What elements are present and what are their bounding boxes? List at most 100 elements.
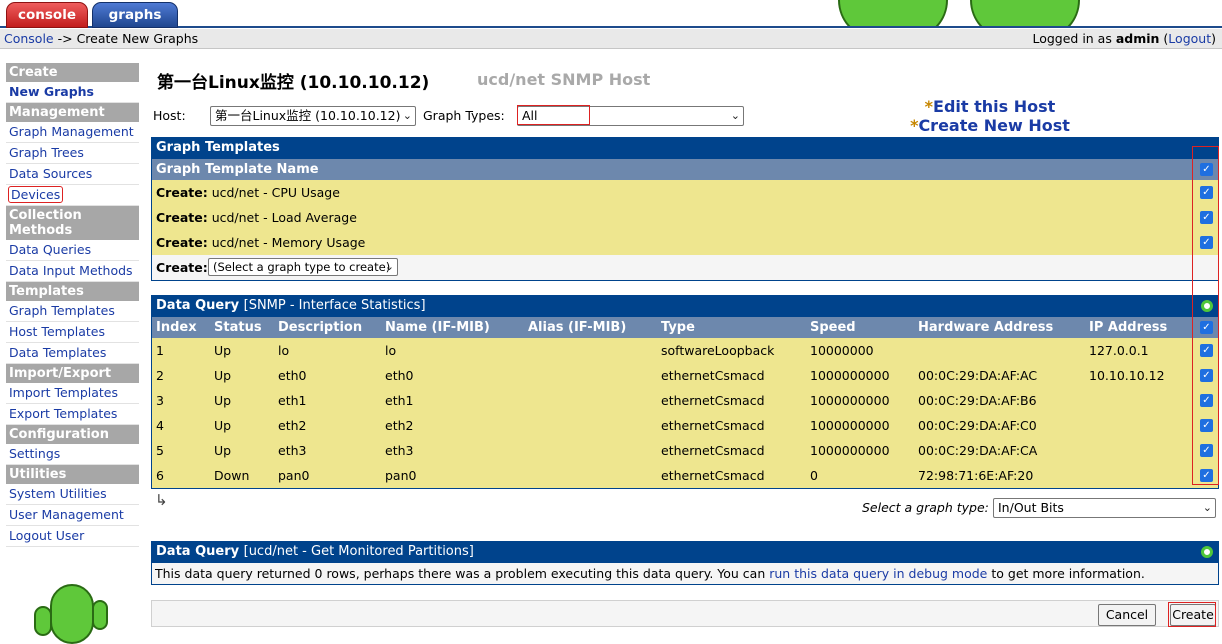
query-message: This data query returned 0 rows, perhaps…: [152, 563, 1218, 584]
column-speed: Speed: [810, 320, 856, 335]
cell-hardware-address: 72:98:71:6E:AF:20: [918, 468, 1034, 483]
cell-index: 1: [156, 343, 164, 358]
cell-hardware-address: 00:0C:29:DA:AF:B6: [918, 393, 1037, 408]
interface-checkbox[interactable]: ✓: [1200, 444, 1213, 457]
create-host-link[interactable]: Create New Host: [918, 116, 1070, 135]
radio-icon[interactable]: [1201, 300, 1213, 312]
interface-checkbox[interactable]: ✓: [1200, 469, 1213, 482]
interface-checkbox[interactable]: ✓: [1200, 419, 1213, 432]
cell-hardware-address: 00:0C:29:DA:AF:C0: [918, 418, 1037, 433]
sidebar-item-graph-trees[interactable]: Graph Trees: [6, 143, 139, 164]
sidebar-header-collection-methods: Collection Methods: [6, 206, 139, 240]
column-type: Type: [661, 320, 695, 335]
cell-speed: 1000000000: [810, 443, 890, 458]
column-hardware-address: Hardware Address: [918, 320, 1054, 335]
sidebar-header-import-export: Import/Export: [6, 364, 139, 383]
sidebar-item-data-sources[interactable]: Data Sources: [6, 164, 139, 185]
column-ip-address: IP Address: [1089, 320, 1168, 335]
edit-host-link[interactable]: Edit this Host: [933, 97, 1055, 116]
template-row: Create: ucd/net - Memory Usage ✓: [152, 230, 1218, 255]
graph-templates-header: Graph Templates: [152, 138, 1218, 159]
cell-description: eth3: [278, 443, 307, 458]
debug-mode-link[interactable]: run this data query in debug mode: [769, 566, 987, 581]
sidebar-item-graph-management[interactable]: Graph Management: [6, 122, 139, 143]
graph-type-select-value: (Select a graph type to create): [213, 260, 391, 274]
cell-description: eth1: [278, 393, 307, 408]
sidebar-header-management: Management: [6, 103, 139, 122]
tab-console[interactable]: console: [6, 2, 88, 28]
create-label: Create:: [156, 185, 208, 200]
breadcrumb-arrow: ->: [57, 31, 73, 46]
sidebar-header-configuration: Configuration: [6, 425, 139, 444]
template-checkbox[interactable]: ✓: [1200, 186, 1213, 199]
sidebar-item-logout-user[interactable]: Logout User: [6, 526, 139, 547]
sidebar-item-graph-templates[interactable]: Graph Templates: [6, 301, 139, 322]
cell-name: eth2: [385, 418, 414, 433]
template-name: ucd/net - Load Average: [211, 210, 357, 225]
radio-icon[interactable]: [1201, 546, 1213, 558]
sidebar-item-new-graphs[interactable]: New Graphs: [6, 82, 139, 103]
chevron-down-icon: ⌄: [730, 109, 740, 122]
select-all-templates-checkbox[interactable]: ✓: [1200, 163, 1213, 176]
create-button[interactable]: Create: [1170, 604, 1216, 626]
cell-ip-address: 10.10.10.12: [1089, 368, 1165, 383]
sidebar-item-import-templates[interactable]: Import Templates: [6, 383, 139, 404]
cell-status: Up: [214, 418, 232, 433]
graph-types-select[interactable]: All ⌄: [517, 106, 744, 126]
column-index: Index: [156, 320, 197, 335]
cancel-button[interactable]: Cancel: [1098, 604, 1156, 626]
create-label: Create:: [156, 210, 208, 225]
sidebar-item-export-templates[interactable]: Export Templates: [6, 404, 139, 425]
sidebar-item-data-input-methods[interactable]: Data Input Methods: [6, 261, 139, 282]
partitions-query-header: Data Query [ucd/net - Get Monitored Part…: [152, 542, 1218, 563]
cell-hardware-address: 00:0C:29:DA:AF:CA: [918, 443, 1038, 458]
chevron-down-icon: ⌄: [402, 109, 412, 122]
login-status: Logged in as admin (Logout): [1032, 31, 1216, 46]
interface-row: 1 Up lo lo softwareLoopback 10000000 127.0.0.1…: [152, 338, 1218, 363]
sidebar-item-data-queries[interactable]: Data Queries: [6, 240, 139, 261]
sidebar-item-system-utilities[interactable]: System Utilities: [6, 484, 139, 505]
sidebar-item-data-templates[interactable]: Data Templates: [6, 343, 139, 364]
graph-templates-table: Graph Templates Graph Template Name ✓ Cr…: [151, 137, 1219, 281]
top-tab-bar: console graphs: [0, 0, 1222, 28]
sidebar-item-host-templates[interactable]: Host Templates: [6, 322, 139, 343]
logout-link[interactable]: Logout: [1168, 31, 1211, 46]
breadcrumb-console-link[interactable]: Console: [4, 31, 54, 46]
cell-speed: 10000000: [810, 343, 874, 358]
select-graph-type-label: Select a graph type:: [862, 500, 989, 515]
interface-checkbox[interactable]: ✓: [1200, 394, 1213, 407]
graph-type-select-interfaces[interactable]: In/Out Bits ⌄: [993, 498, 1216, 518]
column-description: Description: [278, 320, 363, 335]
sidebar-item-devices[interactable]: Devices: [7, 186, 64, 203]
cell-type: ethernetCsmacd: [661, 393, 765, 408]
cell-ip-address: 127.0.0.1: [1089, 343, 1149, 358]
breadcrumb: Console -> Create New Graphs Logged in a…: [0, 29, 1222, 49]
chevron-down-icon: ⌄: [384, 260, 394, 273]
column-name: Name (IF-MIB): [385, 320, 490, 335]
sidebar-item-user-management[interactable]: User Management: [6, 505, 139, 526]
cell-name: eth0: [385, 368, 414, 383]
template-checkbox[interactable]: ✓: [1200, 211, 1213, 224]
cell-index: 3: [156, 393, 164, 408]
cell-type: ethernetCsmacd: [661, 368, 765, 383]
sidebar-header-create: Create: [6, 63, 139, 82]
template-checkbox[interactable]: ✓: [1200, 236, 1213, 249]
create-label: Create:: [156, 260, 208, 275]
cell-speed: 1000000000: [810, 368, 890, 383]
select-all-interfaces-checkbox[interactable]: ✓: [1200, 321, 1213, 334]
graph-type-select[interactable]: (Select a graph type to create) ⌄: [208, 258, 398, 276]
graph-types-label: Graph Types:: [423, 108, 505, 123]
cell-speed: 1000000000: [810, 418, 890, 433]
cell-name: pan0: [385, 468, 417, 483]
sidebar-item-settings[interactable]: Settings: [6, 444, 139, 465]
query-message-suffix: to get more information.: [991, 566, 1145, 581]
cell-speed: 1000000000: [810, 393, 890, 408]
tab-graphs[interactable]: graphs: [92, 2, 178, 28]
interface-checkbox[interactable]: ✓: [1200, 369, 1213, 382]
interface-query-header: Data Query [SNMP - Interface Statistics]: [152, 296, 1218, 317]
graph-templates-column-header: Graph Template Name ✓: [152, 159, 1218, 180]
interface-checkbox[interactable]: ✓: [1200, 344, 1213, 357]
interface-row: 5 Up eth3 eth3 ethernetCsmacd 1000000000 00:0C…: [152, 438, 1218, 463]
cell-speed: 0: [810, 468, 818, 483]
host-select[interactable]: 第一台Linux监控 (10.10.10.12) ⌄: [210, 106, 416, 126]
